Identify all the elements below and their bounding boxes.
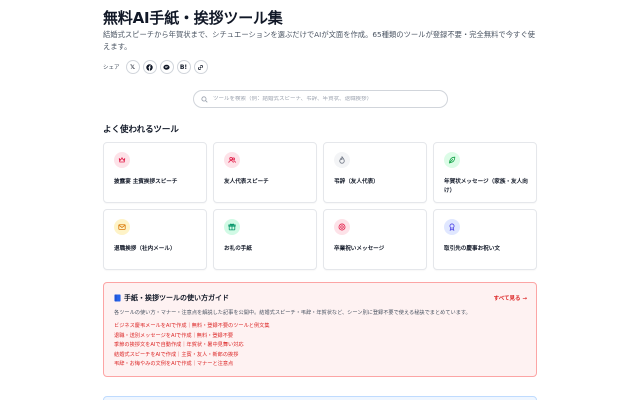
card-icon-wrap [224, 219, 240, 235]
card-icon-wrap [114, 152, 130, 168]
tool-card-label: 友人代表スピーチ [224, 179, 269, 185]
popular-tools-grid: 披露宴 主賓挨拶スピーチ 友人代表スピーチ 弔辞（友人代表） 年賀状メッセージ（… [103, 142, 537, 270]
line-icon [163, 64, 170, 70]
book-icon [114, 294, 121, 302]
tool-card-label: お礼の手紙 [224, 246, 252, 252]
usage-guide-box: 手紙・挨拶ツールの使い方ガイド すべて見る → 各ツールの使い方・マナー・注意点… [103, 282, 537, 377]
tool-card-label: 弔辞（友人代表） [334, 179, 379, 185]
share-label: シェア [103, 65, 120, 71]
guide-link[interactable]: ビジネス慶弔メールをAIで作成｜無料・登録不要のツールと例文集 [114, 322, 270, 332]
tool-card-friend-speech[interactable]: 友人代表スピーチ [213, 142, 317, 203]
target-icon [338, 223, 346, 231]
tool-card-choji[interactable]: 弔辞（友人代表） [323, 142, 427, 203]
tool-card-label: 退職挨拶（社内メール） [114, 246, 176, 252]
envelope-icon [118, 224, 126, 230]
facebook-icon [146, 63, 153, 71]
share-bar: シェア 𝕏 B! [103, 60, 211, 74]
tool-card-orei[interactable]: お礼の手紙 [213, 209, 317, 270]
guide-description: 各ツールの使い方・マナー・注意点を解説した記事を公開中。結婚式スピーチ・弔辞・年… [114, 310, 471, 316]
guide-title: 手紙・挨拶ツールの使い方ガイド [124, 294, 229, 302]
tool-card-label: 卒業祝いメッセージ [334, 246, 385, 252]
next-section-edge [103, 396, 537, 400]
see-all-link[interactable]: すべて見る → [494, 294, 527, 302]
guide-link[interactable]: 結婚式スピーチをAIで作成｜主賓・友人・新郎の挨拶 [114, 351, 270, 361]
card-icon-wrap [444, 219, 460, 235]
hatena-icon: B! [179, 63, 188, 71]
share-facebook-button[interactable] [142, 60, 157, 74]
share-x-button[interactable]: 𝕏 [125, 60, 140, 74]
guide-link-list: ビジネス慶弔メールをAIで作成｜無料・登録不要のツールと例文集 退職・送別メッセ… [114, 322, 270, 370]
tool-card-keiji[interactable]: 取引先の慶事お祝い文 [433, 209, 537, 270]
share-line-button[interactable] [159, 60, 174, 74]
crown-icon [118, 156, 126, 163]
tool-card-shuhin-speech[interactable]: 披露宴 主賓挨拶スピーチ [103, 142, 207, 203]
card-icon-wrap [114, 219, 130, 235]
card-icon-wrap [224, 152, 240, 168]
search-icon [201, 95, 208, 103]
leaf-icon [448, 156, 456, 164]
card-icon-wrap [444, 152, 460, 168]
card-icon-wrap [334, 152, 350, 168]
guide-header: 手紙・挨拶ツールの使い方ガイド [114, 293, 229, 303]
guide-link[interactable]: 季節の挨拶文をAIで自動作成｜年賀状・暑中見舞い対応 [114, 341, 270, 351]
page-description: 結婚式スピーチから年賀状まで、シチュエーションを選ぶだけでAIが文面を作成。65… [103, 30, 535, 51]
award-icon [449, 223, 455, 231]
tool-card-taishoku[interactable]: 退職挨拶（社内メール） [103, 209, 207, 270]
share-hatena-button[interactable]: B! [176, 60, 191, 74]
tool-card-label: 披露宴 主賓挨拶スピーチ [114, 179, 178, 185]
copy-link-button[interactable] [193, 60, 208, 74]
search-bar[interactable] [193, 90, 448, 108]
link-icon [198, 64, 204, 70]
gift-icon [228, 223, 236, 231]
page-title: 無料AI手紙・挨拶ツール集 [103, 9, 283, 27]
flame-icon [339, 156, 345, 164]
card-icon-wrap [334, 219, 350, 235]
x-icon: 𝕏 [130, 63, 135, 71]
tool-card-nengajo[interactable]: 年賀状メッセージ（家族・友人向け） [433, 142, 537, 203]
guide-link[interactable]: 退職・送別メッセージをAIで作成｜無料・登録不要 [114, 332, 270, 342]
guide-link[interactable]: 弔辞・お悔やみの文例をAIで作成｜マナーと注意点 [114, 360, 270, 370]
search-input[interactable] [213, 96, 438, 102]
tool-card-label: 年賀状メッセージ（家族・友人向け） [444, 179, 528, 194]
tool-card-label: 取引先の慶事お祝い文 [444, 246, 500, 252]
people-icon [228, 156, 236, 163]
popular-tools-heading: よく使われるツール [103, 125, 179, 135]
tool-card-sotsugyo[interactable]: 卒業祝いメッセージ [323, 209, 427, 270]
